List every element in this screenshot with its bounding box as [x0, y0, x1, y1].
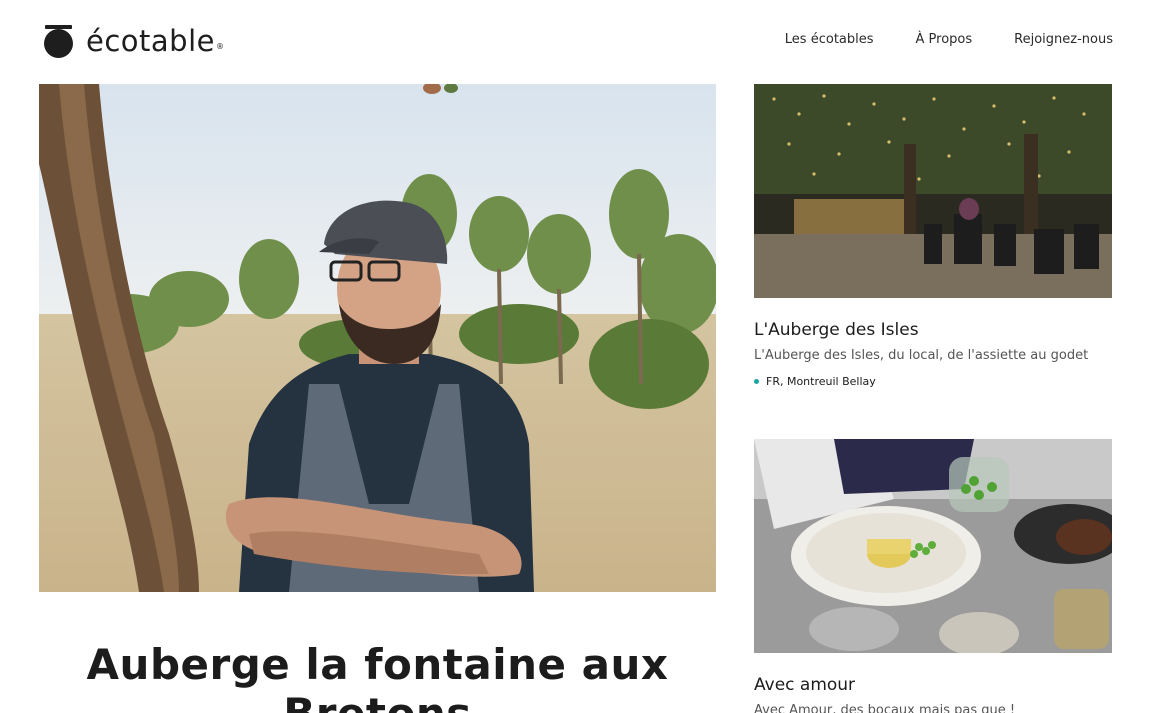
card-title[interactable]: Avec amour	[754, 675, 1112, 695]
restaurant-card[interactable]: Avec amour Avec Amour, des bocaux mais p…	[754, 439, 1112, 713]
location-dot-icon	[754, 379, 759, 384]
logo-text: écotable®	[86, 24, 225, 58]
site-header: écotable® Les écotables À Propos Rejoign…	[0, 0, 1152, 84]
main-nav: Les écotables À Propos Rejoignez-nous	[785, 32, 1113, 47]
ecotable-logo[interactable]: écotable®	[44, 24, 224, 58]
dish-photo	[754, 439, 1112, 653]
logo-mark-icon	[44, 24, 74, 58]
card-subtitle: Avec Amour, des bocaux mais pas que !	[754, 703, 1016, 713]
nav-link-a-propos[interactable]: À Propos	[916, 32, 973, 47]
card-location-text: FR, Montreuil Bellay	[766, 375, 876, 388]
nav-link-les-ecotables[interactable]: Les écotables	[785, 32, 874, 47]
card-title[interactable]: L'Auberge des Isles	[754, 320, 1112, 340]
terrace-photo	[754, 84, 1112, 298]
card-image-auberge-des-isles[interactable]	[754, 84, 1112, 298]
restaurant-title: Auberge la fontaine aux Bretons	[86, 640, 669, 713]
hero-photo[interactable]	[39, 84, 716, 592]
chef-portrait-image	[39, 84, 716, 592]
card-subtitle: L'Auberge des Isles, du local, de l'assi…	[754, 348, 1089, 363]
nav-link-rejoignez-nous[interactable]: Rejoignez-nous	[1014, 32, 1113, 47]
restaurant-card[interactable]: L'Auberge des Isles L'Auberge des Isles,…	[754, 84, 1112, 388]
card-image-avec-amour[interactable]	[754, 439, 1112, 653]
card-location: FR, Montreuil Bellay	[754, 375, 1112, 388]
